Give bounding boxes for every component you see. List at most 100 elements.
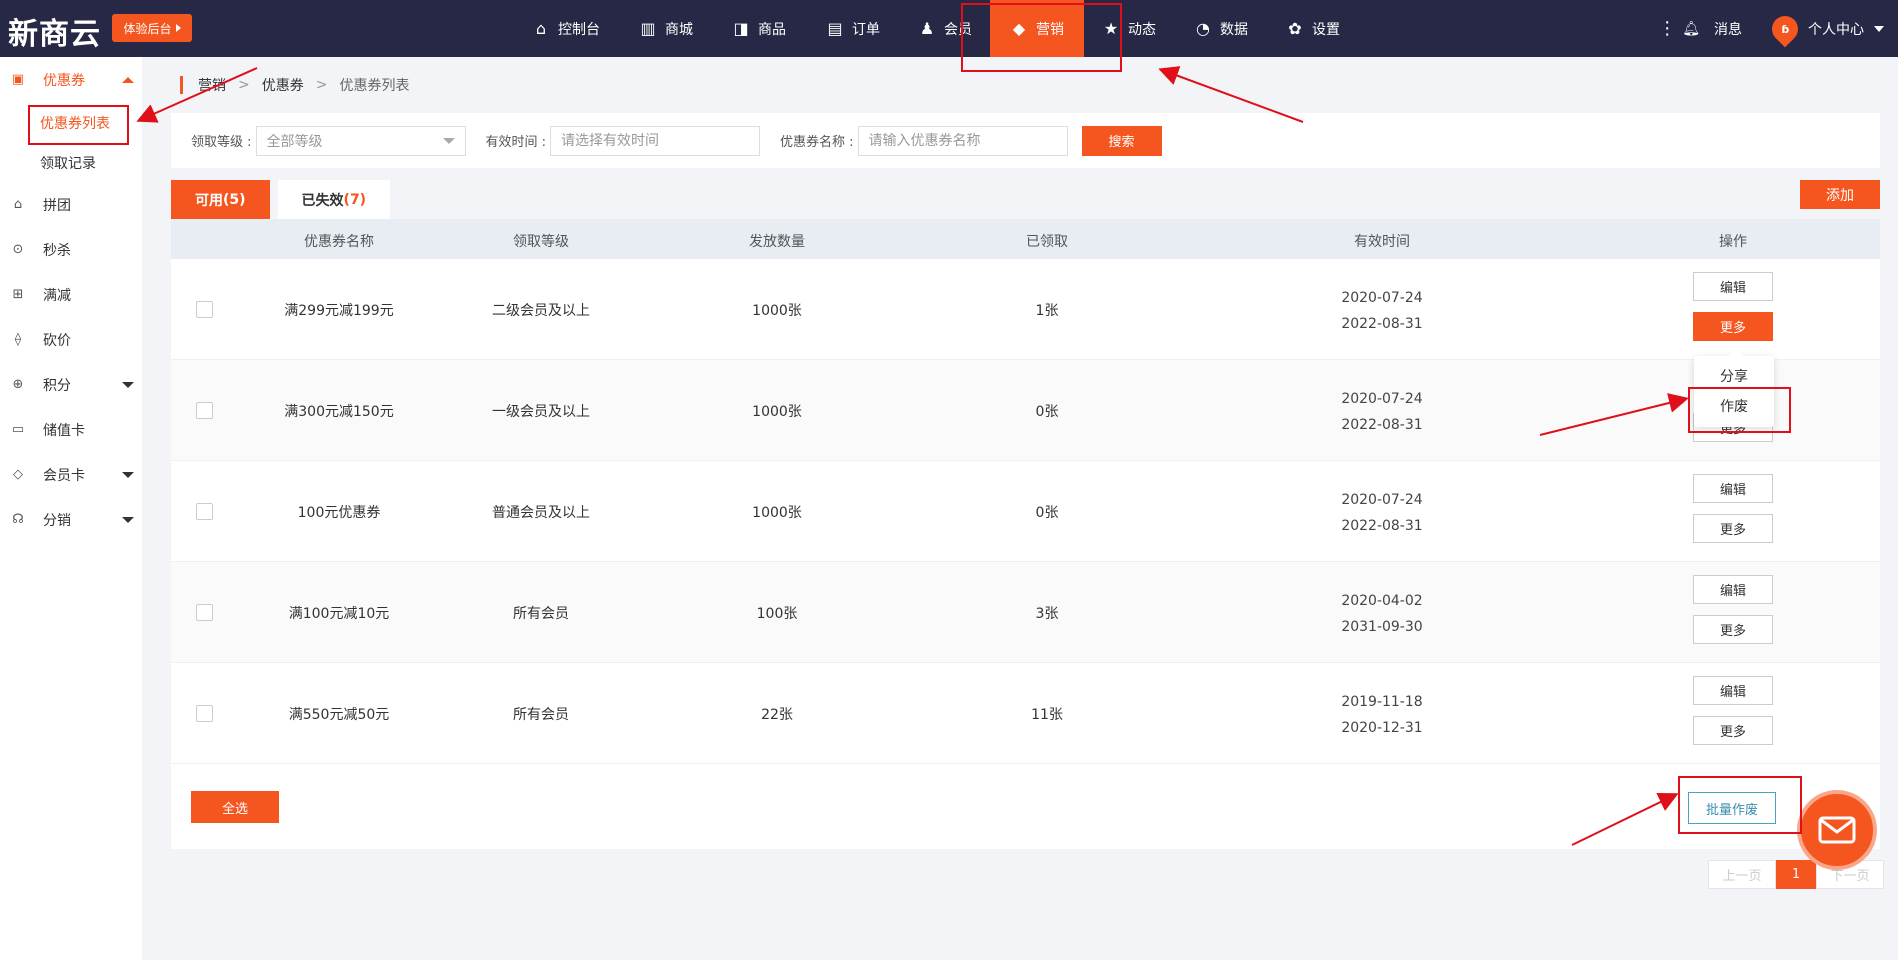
edit-button[interactable]: 编辑 — [1693, 676, 1773, 705]
play-icon — [175, 24, 181, 32]
valid-time-input[interactable] — [550, 125, 761, 156]
chevron-down-icon — [122, 382, 134, 388]
nav-label: 设置 — [1312, 21, 1340, 38]
sidebar-item-distribution[interactable]: ☊ 分销 — [0, 500, 142, 540]
table-row: 100元优惠券 普通会员及以上 1000张 0张 2020-07-24 2022-… — [171, 461, 1880, 562]
sidebar-item-label: 储值卡 — [43, 423, 85, 439]
coupon-name: 100元优惠券 — [297, 505, 381, 521]
issued-qty: 100张 — [756, 606, 798, 622]
tab-count: (7) — [343, 191, 367, 208]
sidebar-item-label: 拼团 — [43, 198, 71, 214]
diamond-icon: ◇ — [13, 467, 23, 482]
claim-level: 所有会员 — [513, 606, 569, 622]
claim-level: 普通会员及以上 — [492, 505, 590, 521]
sidebar-item-bargain[interactable]: ⟠ 砍价 — [0, 320, 142, 360]
more-button[interactable]: 更多 — [1693, 615, 1773, 644]
coupon-name-label: 优惠券名称 : — [780, 135, 854, 150]
chevron-down-icon — [122, 517, 134, 523]
messages-button[interactable]: 🔔︎ 消息 — [1682, 19, 1742, 39]
row-checkbox[interactable] — [196, 301, 213, 318]
sidebar-item-flash-sale[interactable]: ⊙ 秒杀 — [0, 230, 142, 270]
valid-end: 2031-09-30 — [1341, 619, 1423, 635]
more-vertical-icon[interactable]: ⋮ — [1658, 18, 1676, 39]
annotation-box-void — [1688, 387, 1791, 433]
level-select[interactable]: 全部等级 — [255, 125, 466, 156]
issued-qty: 1000张 — [752, 303, 802, 319]
sidebar-item-label: 满减 — [43, 288, 71, 304]
sidebar-item-member-card[interactable]: ◇ 会员卡 — [0, 455, 142, 495]
gift-icon: ⊞ — [12, 287, 24, 302]
breadcrumb-marketing[interactable]: 营销 — [198, 75, 226, 95]
header-received: 已领取 — [1026, 234, 1068, 250]
level-label: 领取等级 : — [191, 135, 252, 150]
nav-item-mall[interactable]: ▥ 商城 — [620, 0, 712, 57]
sidebar-subitem-claim-records[interactable]: 领取记录 — [40, 153, 96, 173]
tab-expired[interactable]: 已失效 (7) — [277, 180, 391, 219]
sidebar-item-coupons[interactable]: ▣ 优惠券 — [0, 60, 142, 100]
mail-float-button[interactable] — [1797, 790, 1877, 870]
coupon-name: 满550元减50元 — [288, 707, 390, 723]
tag-icon: ⟠ — [14, 332, 22, 347]
chevron-down-icon — [1874, 25, 1884, 32]
user-center-label: 个人中心 — [1808, 21, 1864, 38]
more-button[interactable]: 更多 — [1693, 716, 1773, 745]
sidebar-item-points[interactable]: ⊕ 积分 — [0, 365, 142, 405]
breadcrumb-coupons[interactable]: 优惠券 — [262, 75, 304, 95]
annotation-box-batch-void — [1678, 776, 1802, 834]
sidebar-item-label: 分销 — [43, 513, 71, 529]
tab-available[interactable]: 可用 (5) — [171, 180, 270, 219]
more-button[interactable]: 更多 — [1693, 312, 1773, 341]
edit-button[interactable]: 编辑 — [1693, 474, 1773, 503]
valid-start: 2020-07-24 — [1341, 391, 1423, 407]
more-button[interactable]: 更多 — [1693, 514, 1773, 543]
nav-item-dashboard[interactable]: ⌂ 控制台 — [512, 0, 620, 57]
claim-level: 一级会员及以上 — [492, 404, 590, 420]
nav-item-data[interactable]: ◔ 数据 — [1174, 0, 1268, 57]
search-button[interactable]: 搜索 — [1081, 125, 1162, 156]
caret-down-icon — [442, 137, 455, 144]
edit-button[interactable]: 编辑 — [1693, 575, 1773, 604]
sidebar-item-discount[interactable]: ⊞ 满减 — [0, 275, 142, 315]
coupon-name-input[interactable] — [857, 125, 1068, 156]
user-center-menu[interactable]: ɓ 个人中心 — [1766, 10, 1884, 47]
edit-button[interactable]: 编辑 — [1693, 272, 1773, 301]
add-button[interactable]: 添加 — [1800, 180, 1880, 209]
claim-level: 所有会员 — [513, 707, 569, 723]
received-count: 1张 — [1035, 303, 1059, 319]
trial-backend-label: 体验后台 — [123, 21, 172, 36]
coupon-name: 满300元减150元 — [284, 404, 394, 420]
page-number-button[interactable]: 1 — [1776, 860, 1816, 889]
table-row: 满100元减10元 所有会员 100张 3张 2020-04-02 2031-09… — [171, 562, 1880, 663]
row-checkbox[interactable] — [196, 604, 213, 621]
row-checkbox[interactable] — [196, 705, 213, 722]
prev-page-button[interactable]: 上一页 — [1708, 860, 1776, 889]
sidebar-item-label: 秒杀 — [43, 243, 71, 259]
chevron-down-icon — [122, 472, 134, 478]
coupon-table: 优惠券名称 领取等级 发放数量 已领取 有效时间 操作 满299元减199元 二… — [171, 219, 1880, 849]
nav-item-settings[interactable]: ✿ 设置 — [1268, 0, 1358, 57]
row-checkbox[interactable] — [196, 402, 213, 419]
messages-label: 消息 — [1714, 21, 1742, 38]
avatar: ɓ — [1766, 10, 1804, 47]
breadcrumb-separator: > — [238, 77, 250, 93]
valid-time: 2020-07-24 2022-08-31 — [1341, 285, 1422, 337]
coupon-icon: ▣ — [11, 72, 25, 87]
issued-qty: 22张 — [761, 707, 793, 723]
bell-icon: 🔔︎ — [1682, 20, 1700, 37]
valid-end: 2022-08-31 — [1341, 518, 1423, 534]
trial-backend-button[interactable]: 体验后台 — [112, 14, 192, 42]
tab-label: 可用 — [195, 192, 223, 209]
sidebar-item-group-buy[interactable]: ⌂ 拼团 — [0, 185, 142, 225]
received-count: 3张 — [1035, 606, 1059, 622]
table-header: 优惠券名称 领取等级 发放数量 已领取 有效时间 操作 — [171, 219, 1880, 259]
valid-end: 2022-08-31 — [1341, 316, 1423, 332]
tab-count: (5) — [223, 191, 246, 208]
sidebar-item-stored-value-card[interactable]: ▭ 储值卡 — [0, 410, 142, 450]
brand-logo[interactable]: 新商云 — [8, 9, 101, 53]
nav-item-orders[interactable]: ▤ 订单 — [806, 0, 900, 57]
select-all-button[interactable]: 全选 — [191, 791, 279, 823]
breadcrumb-coupon-list: 优惠券列表 — [339, 78, 410, 94]
nav-label: 数据 — [1220, 21, 1248, 38]
row-checkbox[interactable] — [196, 503, 213, 520]
nav-item-products[interactable]: ◨ 商品 — [712, 0, 806, 57]
